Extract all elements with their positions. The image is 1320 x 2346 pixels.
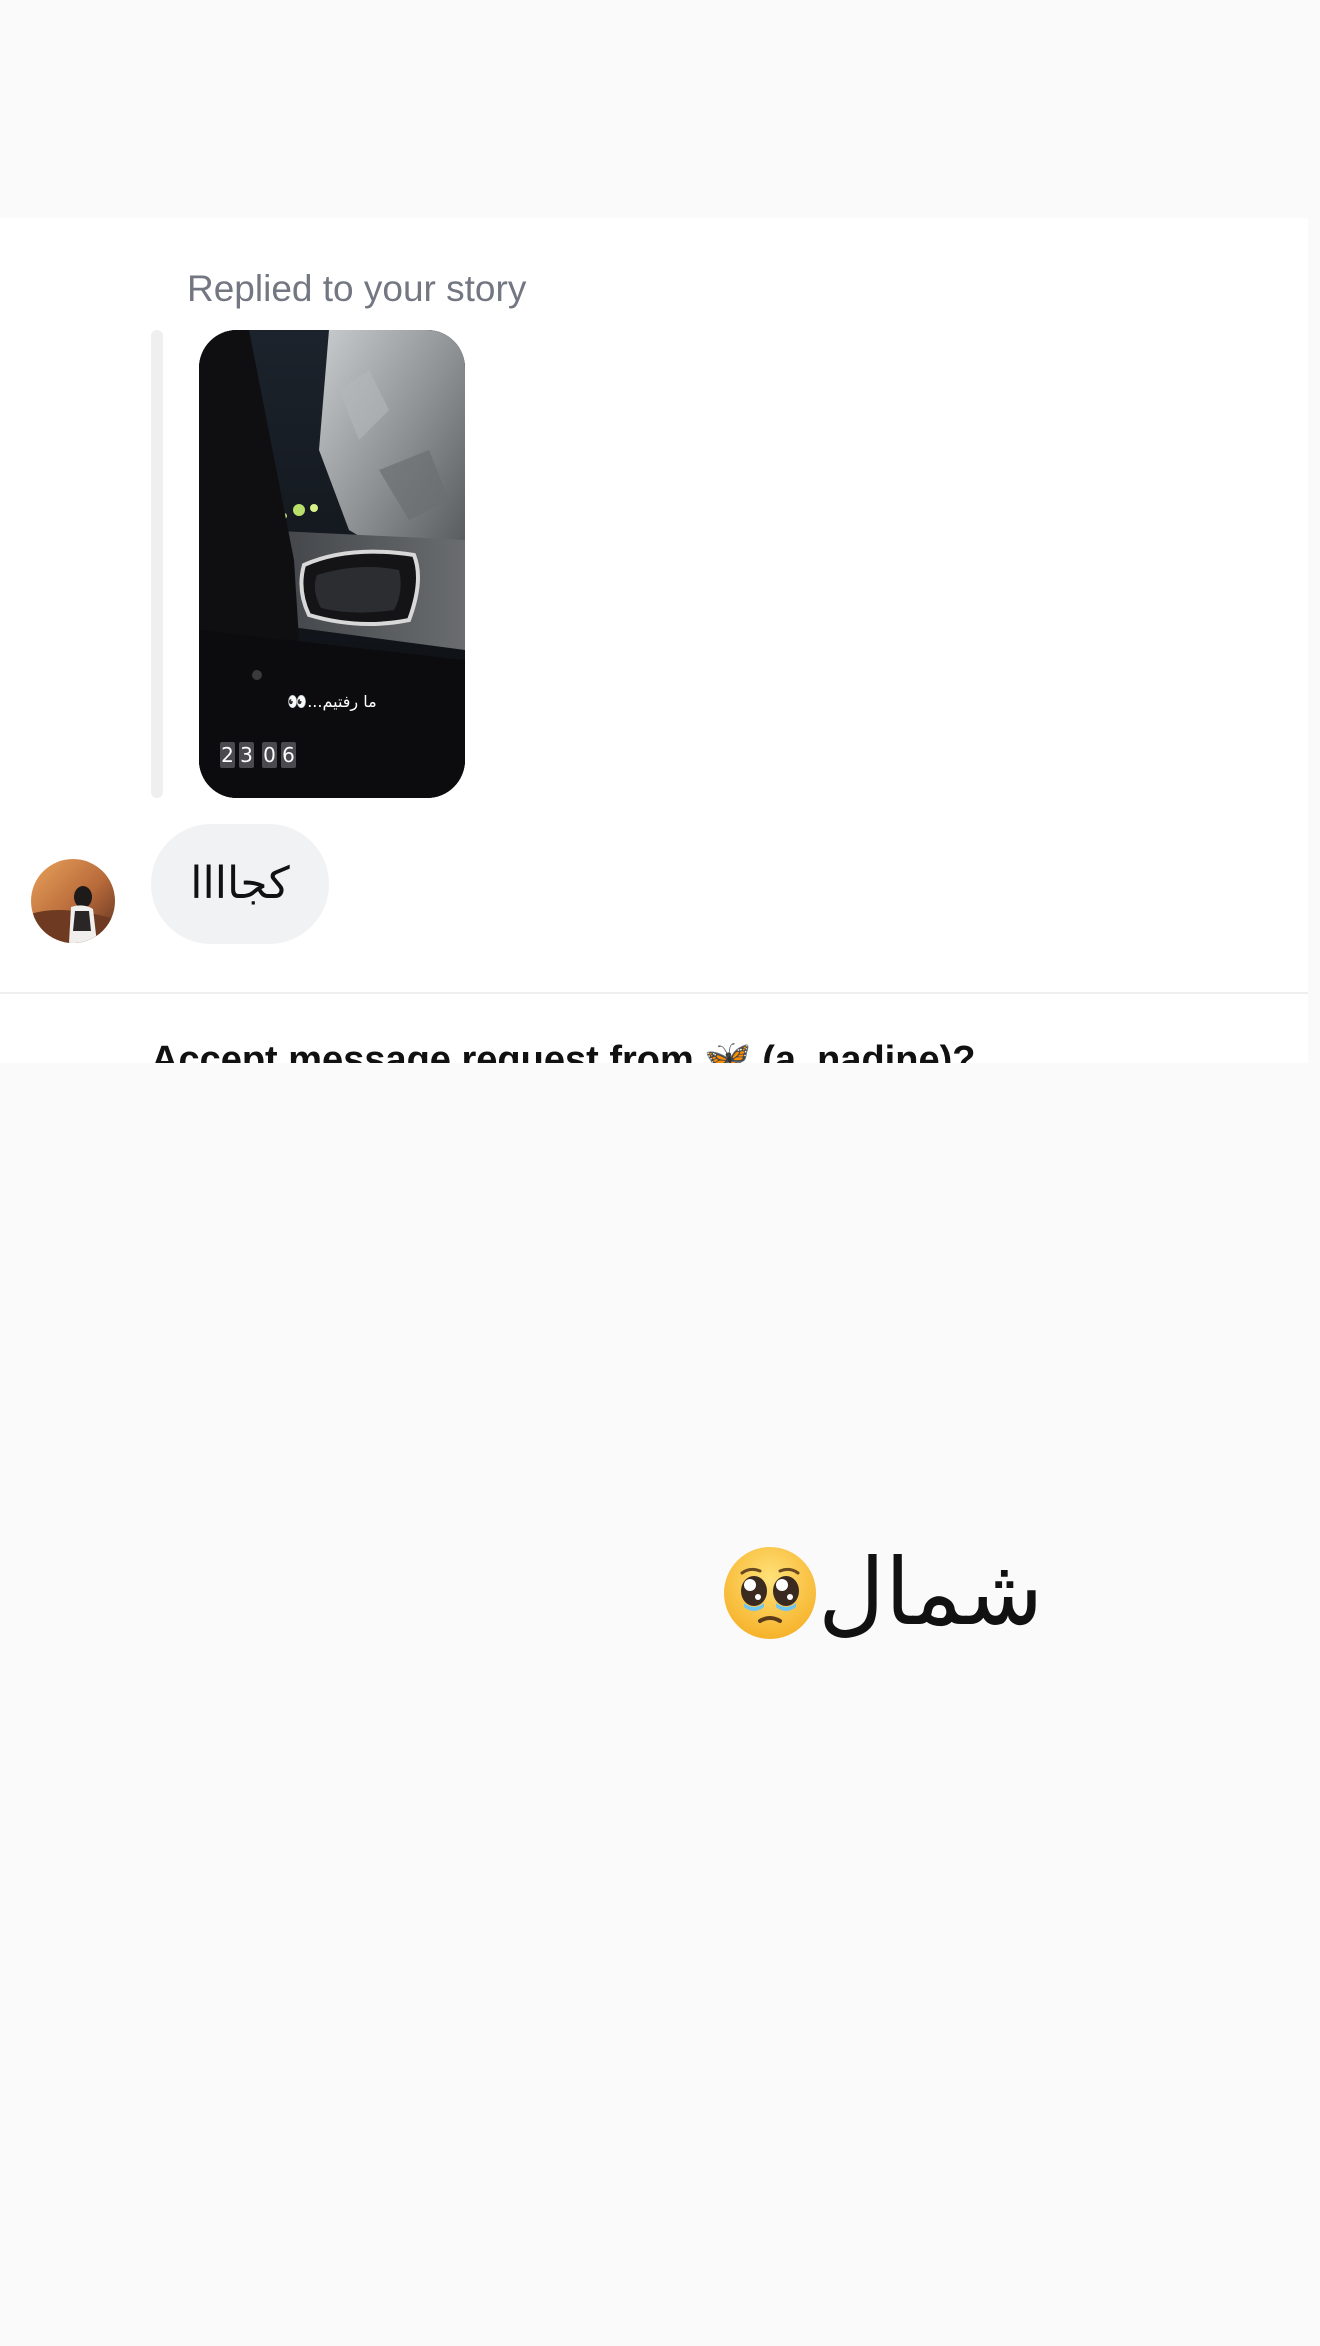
message-request-prompt: Accept message request from 🦋 (a_nadine)…	[151, 1039, 976, 1063]
clock-digit: 3	[239, 742, 254, 768]
clock-digit: 0	[262, 742, 277, 768]
story-thumbnail[interactable]: ما رفتیم...👀 2 3 0 6	[199, 330, 465, 798]
story-clock: 2 3 0 6	[220, 742, 296, 768]
message-preview: شمال	[722, 1538, 1043, 1648]
avatar[interactable]	[31, 859, 115, 943]
message-text: کجاااا	[190, 858, 290, 909]
reply-quote-bar	[151, 330, 163, 798]
message-thread: Replied to your story ما رفتیم...👀 2 3 0…	[0, 218, 1308, 1063]
message-bubble[interactable]: کجاااا	[151, 824, 329, 944]
story-caption: ما رفتیم...👀	[287, 692, 377, 711]
story-reply-label: Replied to your story	[187, 268, 527, 309]
clock-digit: 2	[220, 742, 235, 768]
preview-text: شمال	[818, 1539, 1044, 1646]
divider	[0, 992, 1308, 994]
clock-digit: 6	[281, 742, 296, 768]
pleading-face-icon	[724, 1547, 816, 1639]
story-image	[199, 330, 465, 798]
chat-screen: Replied to your story ما رفتیم...👀 2 3 0…	[0, 0, 1320, 2346]
avatar-photo	[31, 859, 115, 943]
